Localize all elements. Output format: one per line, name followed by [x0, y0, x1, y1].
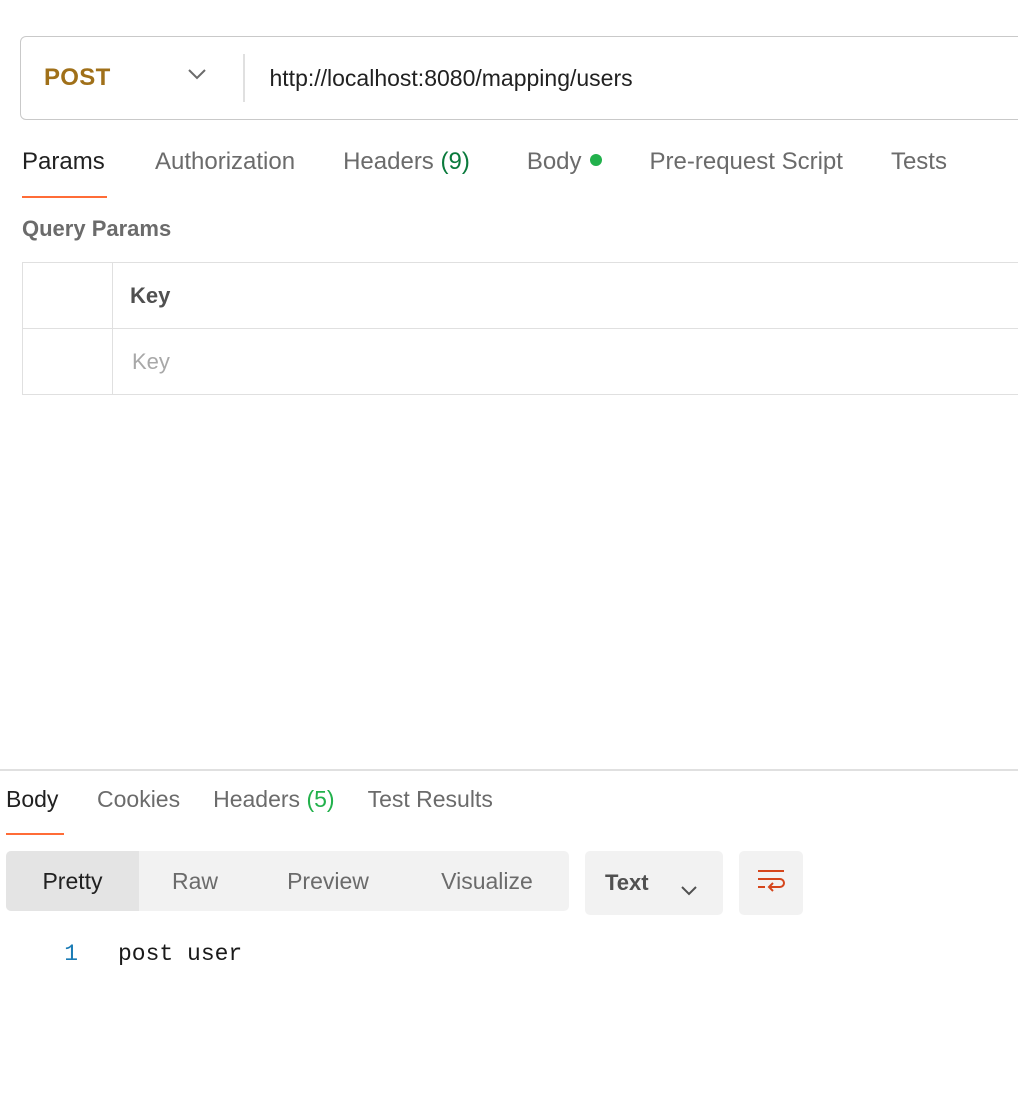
chevron-down-icon: [680, 877, 698, 903]
tab-label: Authorization: [155, 148, 296, 175]
response-type-select[interactable]: Text: [585, 851, 723, 915]
tab-authorization[interactable]: Authorization: [155, 148, 295, 198]
tab-label: Cookies: [97, 786, 181, 812]
params-table: Key: [22, 262, 1018, 395]
tab-label: Params: [22, 148, 105, 175]
row-checkbox-cell: [23, 329, 113, 394]
format-raw-button[interactable]: Raw: [139, 851, 251, 911]
response-tabs: Body Cookies Headers (5) Test Results: [6, 786, 493, 835]
line-number: 1: [64, 941, 78, 967]
response-body-text: post user: [118, 941, 243, 967]
tab-label: Headers: [213, 786, 301, 812]
table-header-row: Key: [23, 263, 1018, 329]
key-cell: [113, 329, 1018, 394]
key-input[interactable]: [130, 347, 1018, 376]
tab-pre-request-script[interactable]: Pre-request Script: [650, 148, 843, 198]
key-column-header: Key: [130, 282, 171, 308]
response-tab-cookies[interactable]: Cookies: [97, 786, 180, 835]
wrap-lines-button[interactable]: [739, 851, 803, 915]
tab-params[interactable]: Params: [22, 148, 107, 198]
wrap-lines-icon: [756, 868, 786, 899]
format-label: Pretty: [42, 867, 103, 894]
response-divider[interactable]: [0, 769, 1018, 771]
response-tab-headers[interactable]: Headers (5): [213, 786, 334, 835]
request-url-bar: POST: [20, 36, 1018, 120]
body-indicator-dot: [589, 154, 602, 166]
tab-label: Test Results: [367, 786, 493, 812]
tab-label: Body: [526, 148, 582, 175]
tab-label: Tests: [890, 148, 947, 175]
url-input[interactable]: [244, 37, 1018, 119]
format-preview-button[interactable]: Preview: [251, 851, 405, 911]
tab-body[interactable]: Body: [527, 148, 602, 198]
format-segmented-control: Pretty Raw Preview Visualize: [6, 851, 569, 911]
response-body-line: 1 post user: [0, 936, 1018, 972]
response-tab-body[interactable]: Body: [6, 786, 64, 835]
format-visualize-button[interactable]: Visualize: [405, 851, 569, 911]
format-pretty-button[interactable]: Pretty: [6, 851, 139, 911]
response-headers-count: (5): [306, 786, 335, 812]
method-select[interactable]: POST: [21, 37, 243, 119]
format-label: Preview: [287, 867, 369, 894]
tab-tests[interactable]: Tests: [891, 148, 947, 198]
format-label: Raw: [171, 867, 218, 894]
headers-count: (9): [440, 148, 470, 175]
response-tab-test-results[interactable]: Test Results: [368, 786, 493, 835]
response-type-label: Text: [605, 870, 649, 895]
tab-label: Pre-request Script: [649, 148, 843, 175]
request-tabs: Params Authorization Headers (9) Body Pr…: [22, 148, 947, 198]
query-params-title: Query Params: [22, 216, 172, 241]
table-row: [23, 329, 1018, 395]
chevron-down-icon: [187, 67, 207, 86]
checkbox-column-header: [23, 263, 113, 328]
format-label: Visualize: [441, 867, 533, 894]
method-label: POST: [44, 64, 111, 91]
tab-label: Body: [6, 786, 59, 812]
tab-headers[interactable]: Headers (9): [343, 148, 470, 198]
tab-label: Headers: [343, 148, 434, 175]
